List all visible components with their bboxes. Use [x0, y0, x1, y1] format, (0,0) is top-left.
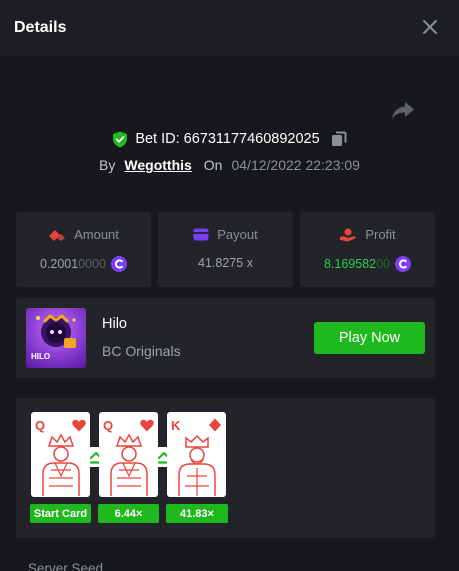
queen-figure-icon	[110, 433, 148, 496]
diamond-suit-icon	[209, 418, 221, 432]
playing-card: Q	[31, 412, 90, 497]
profit-label: Profit	[365, 227, 396, 242]
thumb-text: HILO	[31, 352, 51, 361]
profit-icon	[340, 228, 356, 241]
server-seed-label: Server Seed	[28, 561, 104, 571]
queen-figure-icon	[42, 433, 80, 496]
coin-icon	[395, 256, 412, 272]
card-rank: Q	[35, 418, 46, 433]
amount-icon	[49, 229, 66, 241]
profit-value: 8.16958200	[323, 257, 391, 271]
by-label: By	[99, 157, 116, 173]
card-rank: K	[171, 418, 181, 433]
card-multiplier-tag: 41.83×	[166, 504, 228, 523]
header: Details	[0, 0, 459, 56]
payout-label: Payout	[217, 227, 258, 242]
profit-card: Profit 8.16958200	[300, 212, 435, 287]
verified-shield-icon	[113, 131, 128, 147]
heart-suit-icon	[140, 419, 154, 432]
close-icon[interactable]	[419, 16, 441, 38]
payout-card: Payout 41.8275 x	[158, 212, 293, 287]
username-link[interactable]: Wegotthis	[124, 157, 191, 173]
amount-label: Amount	[74, 227, 119, 242]
share-icon[interactable]	[391, 99, 415, 121]
game-thumbnail[interactable]: HILO	[26, 308, 86, 368]
amount-value: 0.20010000	[39, 257, 107, 271]
playing-card: Q	[99, 412, 158, 497]
bet-id-row: Bet ID: 66731177460892025	[0, 128, 459, 150]
king-figure-icon	[178, 434, 216, 496]
card-multiplier-tag: 6.44×	[98, 504, 159, 523]
cards-panel: Q Q K Start Card 6.44× 41.83×	[16, 398, 435, 538]
page-title: Details	[14, 19, 67, 36]
game-name: Hilo	[102, 316, 127, 332]
card-multiplier-tag: Start Card	[30, 504, 91, 523]
on-label: On	[203, 157, 223, 173]
play-now-button[interactable]: Play Now	[314, 322, 425, 354]
playing-card: K	[167, 412, 226, 497]
wallet-icon	[193, 228, 209, 241]
heart-suit-icon	[72, 419, 86, 432]
bet-meta-row: By Wegotthis On 04/12/2022 22:23:09	[0, 154, 459, 176]
amount-card: Amount 0.20010000	[16, 212, 151, 287]
card-rank: Q	[103, 418, 114, 433]
game-category: BC Originals	[102, 343, 181, 359]
bet-id: Bet ID: 66731177460892025	[135, 131, 320, 147]
coin-icon	[111, 256, 128, 272]
payout-value: 41.8275 x	[198, 256, 253, 270]
copy-icon[interactable]	[331, 131, 347, 147]
bet-date: 04/12/2022 22:23:09	[231, 157, 360, 173]
game-card: HILO Hilo BC Originals Play Now	[16, 298, 435, 378]
